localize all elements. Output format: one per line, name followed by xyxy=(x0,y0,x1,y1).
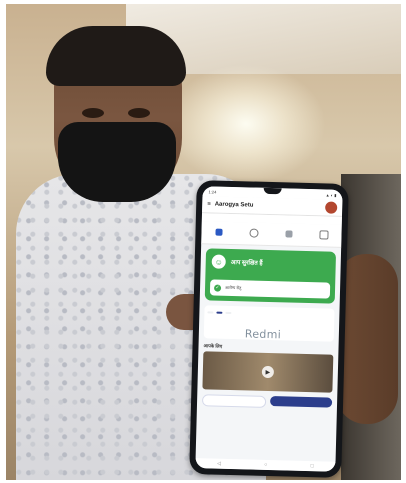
back-icon[interactable]: ◁ xyxy=(217,461,221,467)
safety-status-card[interactable]: ☺ आप सुरक्षित हैं ✓ आरोग्य सेतु xyxy=(204,248,337,304)
quick-nav-item[interactable] xyxy=(248,227,259,239)
right-eye xyxy=(128,108,150,118)
phone-screen: 1:24 ▲ ◐ ▮ ≡ Aarogya Setu ☺ आप सुरक्षित … xyxy=(195,186,343,472)
action-row xyxy=(201,394,333,409)
people-icon xyxy=(284,229,293,238)
status-inner-panel[interactable]: ✓ आरोग्य सेतु xyxy=(209,279,331,299)
smartphone: 1:24 ▲ ◐ ▮ ≡ Aarogya Setu ☺ आप सुरक्षित … xyxy=(189,180,349,478)
safety-headline: आप सुरक्षित हैं xyxy=(230,259,263,267)
face-mask xyxy=(58,122,176,202)
check-icon: ✓ xyxy=(213,284,222,292)
left-action-button[interactable] xyxy=(201,394,267,408)
home-icon[interactable]: ○ xyxy=(264,462,267,468)
smile-icon: ☺ xyxy=(211,254,226,269)
ceiling-light xyxy=(166,64,326,184)
left-eye xyxy=(82,108,104,118)
heart-icon xyxy=(214,228,223,236)
profile-avatar[interactable] xyxy=(325,201,338,214)
menu-icon[interactable]: ≡ xyxy=(207,201,211,207)
recents-icon[interactable]: □ xyxy=(311,463,314,469)
photo-background: 1:24 ▲ ◐ ▮ ≡ Aarogya Setu ☺ आप सुरक्षित … xyxy=(6,4,401,480)
app-title: Aarogya Setu xyxy=(214,201,254,209)
quick-nav xyxy=(201,221,342,248)
person-hair xyxy=(46,26,186,86)
right-action-button[interactable] xyxy=(269,396,333,408)
quick-nav-item[interactable] xyxy=(284,229,293,239)
status-inner-text: आरोग्य सेतु xyxy=(225,284,242,291)
play-icon[interactable]: ▶ xyxy=(261,365,275,379)
quick-nav-item[interactable] xyxy=(318,229,329,241)
android-navbar: ◁ ○ □ xyxy=(195,458,336,472)
target-icon xyxy=(248,227,259,238)
video-thumbnail[interactable]: ▶ xyxy=(202,351,334,393)
redmi-watermark: Redmi xyxy=(244,327,282,342)
news-tab[interactable] xyxy=(225,311,232,315)
news-tab-active[interactable] xyxy=(216,311,223,314)
status-icons: ▲ ◐ ▮ xyxy=(325,191,337,198)
card-icon xyxy=(318,229,329,240)
quick-nav-item[interactable] xyxy=(214,228,223,237)
status-time: 1:24 xyxy=(208,188,217,195)
news-tab[interactable] xyxy=(207,311,214,314)
